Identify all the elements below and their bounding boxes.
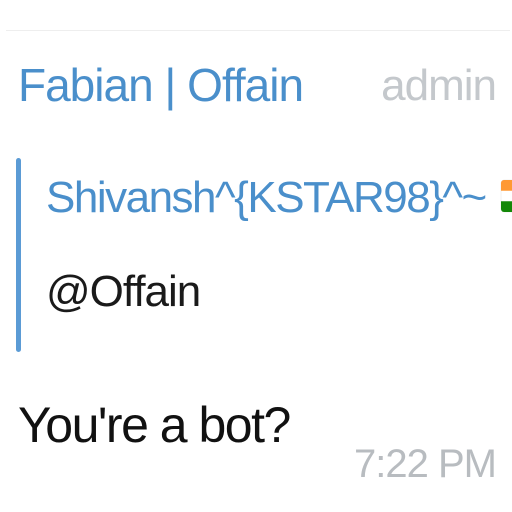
flag-green-band [500, 201, 512, 212]
message-timestamp: 7:22 PM [354, 442, 497, 486]
reply-text: @Offain [46, 267, 201, 316]
reply-author-name: Shivansh^{KSTAR98}^~ [46, 173, 487, 222]
reply-author: Shivansh^{KSTAR98}^~ [46, 168, 512, 228]
message-text: You're a bot? [18, 397, 291, 453]
admin-badge: admin [381, 61, 497, 110]
reply-quote[interactable]: Shivansh^{KSTAR98}^~ @Offain [16, 158, 512, 354]
reply-bar [16, 158, 21, 352]
sender-name[interactable]: Fabian | Offain [18, 54, 304, 116]
chat-screen: Fabian | Offain admin Shivansh^{KSTAR98}… [0, 0, 512, 512]
india-flag-svg [500, 179, 512, 213]
message-header: Fabian | Offain admin [18, 54, 497, 124]
india-flag-icon [498, 174, 512, 218]
flag-saffron-band [500, 180, 512, 191]
